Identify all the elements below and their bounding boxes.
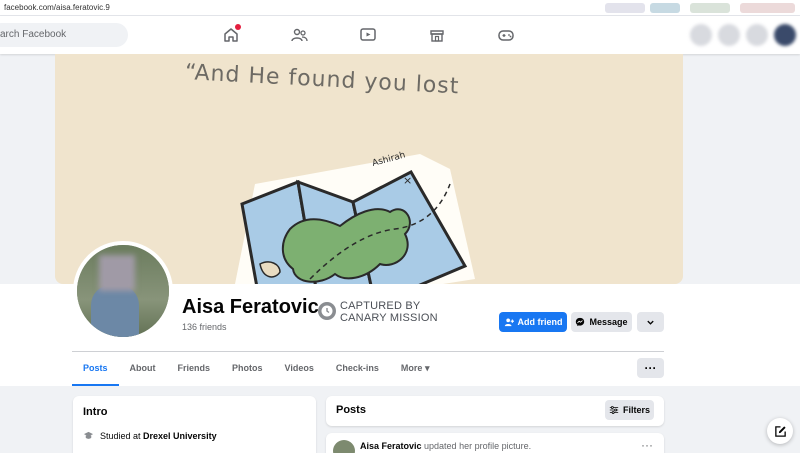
url-text[interactable]: facebook.com/aisa.feratovic.9 bbox=[4, 3, 110, 12]
search-input[interactable]: arch Facebook bbox=[0, 23, 128, 47]
graduation-cap-icon bbox=[83, 431, 94, 439]
add-friend-label: Add friend bbox=[517, 317, 563, 327]
captured-line-2: CANARY MISSION bbox=[340, 312, 438, 324]
svg-text:×: × bbox=[403, 174, 412, 187]
filters-icon bbox=[609, 406, 619, 414]
filters-button[interactable]: Filters bbox=[605, 400, 654, 420]
tab-videos[interactable]: Videos bbox=[274, 352, 325, 386]
posts-title: Posts bbox=[336, 404, 366, 416]
messenger-icon[interactable] bbox=[718, 24, 740, 46]
tabs-overflow-button[interactable]: ··· bbox=[637, 358, 664, 378]
blurred-extension bbox=[740, 3, 795, 13]
posts-header-card: Posts Filters bbox=[326, 396, 664, 426]
ellipsis-icon: ··· bbox=[644, 361, 657, 375]
blurred-extension bbox=[650, 3, 680, 13]
filters-label: Filters bbox=[622, 405, 650, 415]
message-label: Message bbox=[589, 317, 628, 327]
post-author-avatar[interactable] bbox=[333, 440, 355, 453]
compose-icon bbox=[774, 425, 786, 437]
new-message-button[interactable] bbox=[767, 418, 793, 444]
gaming-icon[interactable] bbox=[497, 26, 515, 44]
tab-posts[interactable]: Posts bbox=[72, 352, 119, 386]
menu-icon[interactable] bbox=[690, 24, 712, 46]
account-avatar[interactable] bbox=[774, 24, 796, 46]
studied-prefix: Studied at bbox=[100, 430, 144, 441]
profile-name: Aisa Feratovic bbox=[182, 296, 319, 318]
marketplace-icon[interactable] bbox=[428, 26, 446, 44]
intro-title: Intro bbox=[83, 406, 108, 418]
tab-more[interactable]: More ▾ bbox=[390, 352, 441, 386]
school-link[interactable]: Drexel University bbox=[143, 431, 217, 441]
watch-icon[interactable] bbox=[359, 26, 377, 44]
friends-icon[interactable] bbox=[290, 26, 308, 44]
profile-tabs: Posts About Friends Photos Videos Check-… bbox=[72, 352, 440, 386]
tab-friends[interactable]: Friends bbox=[167, 352, 222, 386]
notifications-icon[interactable] bbox=[746, 24, 768, 46]
post-header-text: Aisa Feratovic updated her profile pictu… bbox=[360, 441, 531, 451]
notification-dot bbox=[235, 24, 241, 30]
friend-count[interactable]: 136 friends bbox=[182, 322, 227, 332]
post-options-icon[interactable]: ··· bbox=[641, 439, 653, 451]
add-friend-icon bbox=[504, 318, 514, 327]
tab-more-label: More bbox=[400, 363, 423, 373]
message-button[interactable]: Message bbox=[571, 312, 632, 332]
blurred-extension bbox=[605, 3, 645, 13]
home-icon[interactable] bbox=[222, 24, 241, 44]
add-friend-button[interactable]: Add friend bbox=[499, 312, 567, 332]
blurred-face bbox=[99, 255, 135, 291]
tab-photos[interactable]: Photos bbox=[221, 352, 274, 386]
messenger-icon bbox=[576, 317, 585, 327]
chevron-down-icon bbox=[647, 320, 654, 325]
profile-avatar[interactable] bbox=[73, 241, 173, 341]
browser-url-bar[interactable]: facebook.com/aisa.feratovic.9 bbox=[0, 0, 800, 16]
tab-check-ins[interactable]: Check-ins bbox=[325, 352, 390, 386]
search-placeholder: arch Facebook bbox=[0, 29, 67, 40]
caret-down-icon: ▾ bbox=[424, 363, 430, 373]
intro-education: Studied at Drexel University bbox=[83, 430, 217, 441]
intro-card: Intro Studied at Drexel University bbox=[73, 396, 316, 453]
more-actions-button[interactable] bbox=[637, 312, 664, 332]
post-author-name[interactable]: Aisa Feratovic bbox=[360, 441, 422, 451]
post-action-text: updated her profile picture. bbox=[421, 441, 532, 451]
captured-line-1: CAPTURED BY bbox=[340, 300, 421, 312]
clock-icon bbox=[318, 302, 336, 320]
top-navigation: arch Facebook bbox=[0, 16, 800, 54]
tab-about[interactable]: About bbox=[119, 352, 167, 386]
blurred-extension bbox=[690, 3, 730, 13]
